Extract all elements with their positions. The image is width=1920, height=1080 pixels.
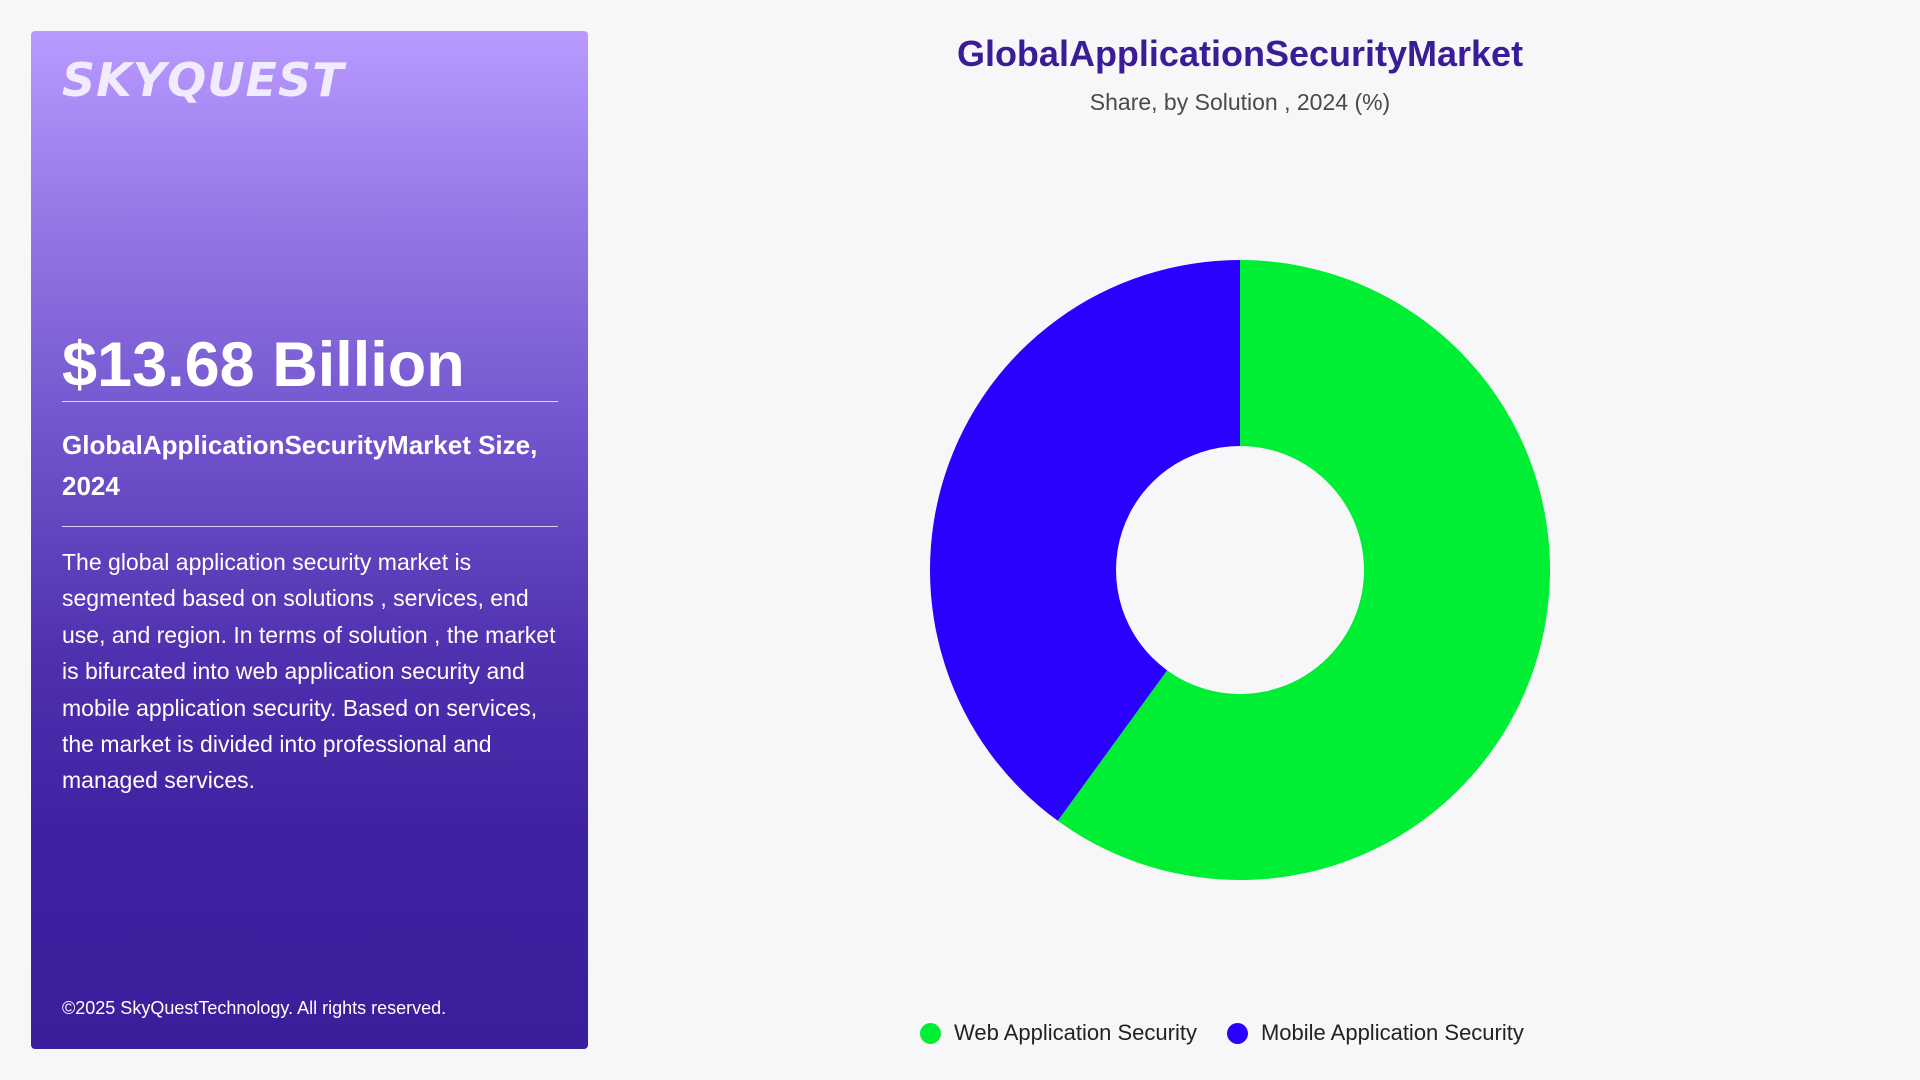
market-description: The global application security market i… (62, 549, 556, 794)
legend-label: Web Application Security (954, 1020, 1197, 1045)
divider (62, 401, 558, 402)
chart-subtitle: Share, by Solution , 2024 (%) (1089, 89, 1391, 115)
skyquest-logo: SKYQUEST (62, 53, 345, 107)
legend-swatch (920, 1022, 941, 1044)
legend-label: Mobile Application Security (1260, 1020, 1524, 1045)
chart-legend: Web Application Security Mobile Applicati… (920, 1020, 1554, 1046)
legend-item: Mobile Application Security (1226, 1020, 1524, 1046)
divider (62, 526, 558, 527)
chart-title: GlobalApplicationSecurityMarket (956, 33, 1524, 74)
page: SKYQUEST $13.68 Billion GlobalApplicatio… (0, 0, 1920, 1080)
market-size-label: GlobalApplicationSecurityMarket Size, 20… (62, 430, 538, 501)
copyright-text: ©2025 SkyQuestTechnology. All rights res… (62, 998, 447, 1018)
market-value: $13.68 Billion (62, 330, 465, 400)
info-panel: SKYQUEST $13.68 Billion GlobalApplicatio… (31, 31, 588, 1049)
legend-item: Web Application Security (920, 1020, 1197, 1046)
legend-swatch (1226, 1022, 1248, 1044)
donut-chart (930, 260, 1550, 880)
